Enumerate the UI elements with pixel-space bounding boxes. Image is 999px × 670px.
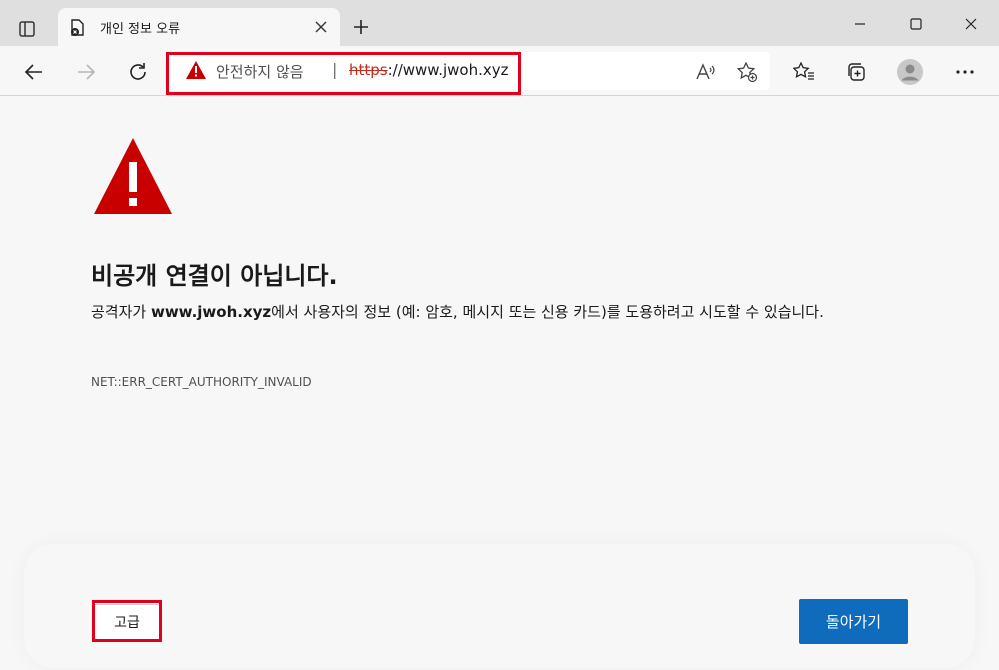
title-bar: 개인 정보 오류: [0, 0, 999, 46]
error-description: 공격자가 www.jwoh.xyz에서 사용자의 정보 (예: 암호, 메시지 …: [91, 298, 906, 326]
address-highlight-box: [166, 52, 521, 95]
active-tab[interactable]: 개인 정보 오류: [58, 8, 340, 46]
refresh-icon[interactable]: [122, 56, 154, 88]
tab-actions-icon[interactable]: [12, 14, 42, 44]
favorites-icon[interactable]: [788, 56, 820, 88]
desc-suffix: 에서 사용자의 정보 (예: 암호, 메시지 또는 신용 카드)를 도용하려고 …: [271, 303, 824, 321]
desc-prefix: 공격자가: [91, 303, 151, 321]
plus-icon[interactable]: [348, 14, 374, 40]
tab-title: 개인 정보 오류: [100, 22, 181, 37]
advanced-highlight-box: [92, 600, 162, 642]
window-close-icon[interactable]: [948, 8, 994, 40]
error-code[interactable]: NET::ERR_CERT_AUTHORITY_INVALID: [91, 375, 312, 389]
close-icon[interactable]: [312, 18, 330, 36]
add-favorite-icon[interactable]: [736, 61, 758, 83]
more-icon[interactable]: [949, 56, 981, 88]
desc-domain: www.jwoh.xyz: [150, 303, 272, 321]
maximize-icon[interactable]: [893, 8, 939, 40]
collections-icon[interactable]: [840, 56, 872, 88]
error-heading: 비공개 연결이 아닙니다.: [91, 262, 338, 290]
forward-arrow-icon: [70, 56, 102, 88]
not-secure-favicon-icon: [68, 19, 86, 37]
go-back-button[interactable]: 돌아가기: [799, 599, 908, 644]
profile-avatar-icon[interactable]: [894, 56, 926, 88]
back-arrow-icon[interactable]: [18, 56, 50, 88]
warning-triangle-icon: [93, 136, 173, 216]
minimize-icon[interactable]: [837, 8, 883, 40]
error-page: 비공개 연결이 아닙니다. 공격자가 www.jwoh.xyz에서 사용자의 정…: [0, 96, 999, 670]
read-aloud-icon[interactable]: [694, 61, 716, 83]
